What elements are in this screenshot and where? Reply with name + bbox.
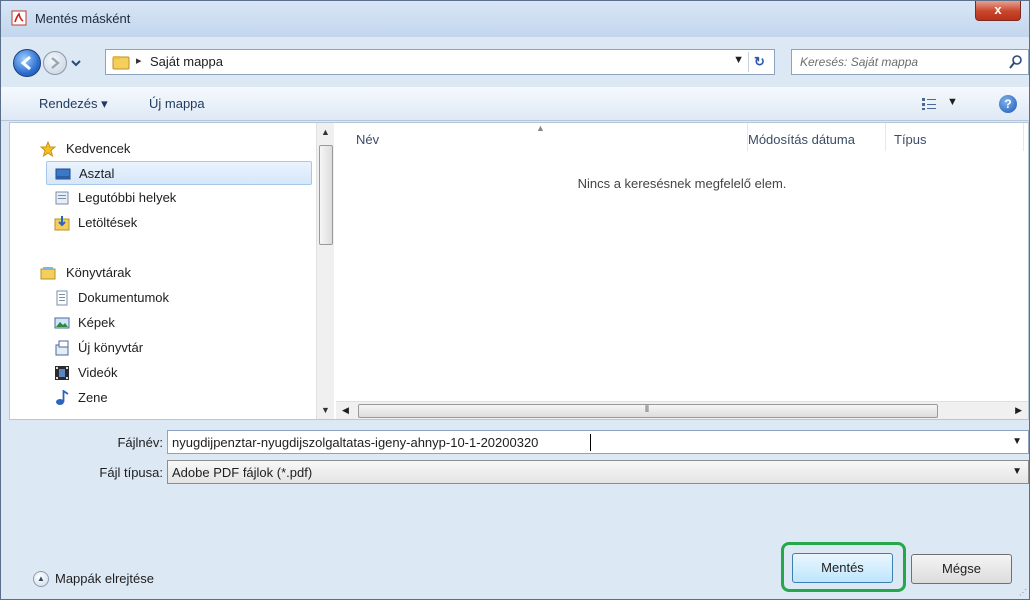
save-as-dialog: Mentés másként x ▸ Saját mappa ▼ ↻ Keres… [0,0,1030,600]
list-scrollbar[interactable]: ◀ ⦀ ▶ [336,401,1028,419]
nav-label: Könyvtárak [66,265,132,280]
organize-menu[interactable]: Rendezés ▾ [39,96,108,112]
close-icon: x [994,2,1002,17]
library-icon [55,340,69,356]
close-button[interactable]: x [975,1,1021,21]
nav-label: Új könyvtár [78,340,144,355]
nav-item-new-library[interactable]: Új könyvtár [10,336,310,360]
breadcrumb-current[interactable]: Saját mappa [150,54,223,69]
history-dropdown-icon[interactable] [69,51,83,75]
scroll-up-icon[interactable]: ▲ [321,127,330,137]
nav-label: Képek [78,315,115,330]
nav-scrollbar[interactable]: ▲ ▼ [316,123,334,419]
scroll-right-icon[interactable]: ▶ [1015,405,1022,416]
navigation-row: ▸ Saját mappa ▼ ↻ Keresés: Saját mappa [1,37,1029,87]
nav-header-favorites[interactable]: Kedvencek [10,137,310,161]
scroll-left-icon[interactable]: ◀ [342,405,349,416]
empty-message: Nincs a keresésnek megfelelő elem. [577,176,787,191]
back-button[interactable] [13,49,41,77]
collapse-icon: ▲ [33,571,49,587]
column-header-type[interactable]: Típus [894,123,1024,151]
nav-item-music[interactable]: Zene [10,386,310,410]
forward-button[interactable] [43,51,67,75]
scroll-down-icon[interactable]: ▼ [321,405,330,415]
filename-dropdown-icon[interactable]: ▼ [1012,436,1022,447]
downloads-icon [54,216,70,231]
filetype-dropdown-icon[interactable]: ▼ [1012,466,1022,477]
column-header-name[interactable]: Név [356,123,748,151]
star-icon [40,141,56,157]
view-options-icon[interactable] [921,97,937,111]
view-dropdown-icon[interactable]: ▼ [947,96,958,108]
hide-folders-toggle[interactable]: ▲ Mappák elrejtése [33,569,173,589]
new-folder-button[interactable]: Új mappa [149,96,205,111]
hide-folders-label: Mappák elrejtése [55,571,154,586]
nav-label: Asztal [79,166,115,181]
filetype-label: Fájl típusa: [99,465,163,480]
column-header-modified[interactable]: Módosítás dátuma [748,123,886,151]
filetype-selected: Adobe PDF fájlok (*.pdf) [172,465,313,480]
documents-icon [56,290,68,306]
grip-icon: ⦀ [645,404,649,414]
address-bar[interactable]: ▸ Saját mappa ▼ ↻ [105,49,775,75]
cancel-button[interactable]: Mégse [911,554,1012,584]
scroll-thumb[interactable] [319,145,333,245]
search-input[interactable]: Keresés: Saját mappa [800,55,918,69]
nav-label: Legutóbbi helyek [78,190,177,205]
nav-item-pictures[interactable]: Képek [10,311,310,335]
address-dropdown-icon[interactable]: ▼ [733,54,744,66]
nav-label: Kedvencek [66,141,131,156]
resize-grip-icon[interactable]: ⋰ [1019,588,1027,597]
browser-content: Kedvencek Asztal Legutóbbi helyek Letölt… [9,122,1029,420]
folder-icon [112,56,130,70]
filetype-select[interactable]: Adobe PDF fájlok (*.pdf) ▼ [167,460,1029,484]
desktop-icon [55,168,71,180]
videos-icon [55,366,69,380]
search-box[interactable]: Keresés: Saját mappa [791,49,1029,75]
nav-item-videos[interactable]: Videók [10,361,310,385]
pdf-app-icon [11,10,27,26]
recent-places-icon [55,191,69,205]
window-title: Mentés másként [35,11,131,26]
nav-label: Letöltések [78,215,138,230]
help-icon[interactable]: ? [999,95,1017,113]
filename-label: Fájlnév: [117,435,163,450]
nav-item-desktop[interactable]: Asztal [46,161,312,185]
text-caret [590,434,591,451]
scroll-thumb[interactable]: ⦀ [358,404,938,418]
nav-label: Dokumentumok [78,290,170,305]
file-list: ▲ Név Módosítás dátuma Típus Nincs a ker… [336,123,1028,419]
nav-item-documents[interactable]: Dokumentumok [10,286,310,310]
libraries-icon [40,267,56,280]
navigation-pane: Kedvencek Asztal Legutóbbi helyek Letölt… [10,123,336,419]
nav-item-downloads[interactable]: Letöltések [10,211,310,235]
filename-input[interactable]: nyugdijpenztar-nyugdijszolgaltatas-igeny… [172,435,538,450]
command-toolbar: Rendezés ▾ Új mappa ▼ ? [1,87,1029,121]
nav-item-recent-places[interactable]: Legutóbbi helyek [10,186,310,210]
nav-label: Zene [78,390,108,405]
refresh-icon[interactable]: ↻ [748,52,770,72]
nav-header-libraries[interactable]: Könyvtárak [10,261,310,285]
filename-field[interactable]: nyugdijpenztar-nyugdijszolgaltatas-igeny… [167,430,1029,454]
save-button[interactable]: Mentés [792,553,893,583]
nav-label: Videók [78,365,118,380]
music-icon [56,390,69,405]
back-arrow-icon [20,55,31,71]
search-icon[interactable] [1008,54,1024,70]
title-bar[interactable]: Mentés másként x [1,1,1029,37]
pictures-icon [54,317,70,329]
forward-arrow-icon [51,57,60,69]
breadcrumb-separator-icon[interactable]: ▸ [136,54,142,67]
